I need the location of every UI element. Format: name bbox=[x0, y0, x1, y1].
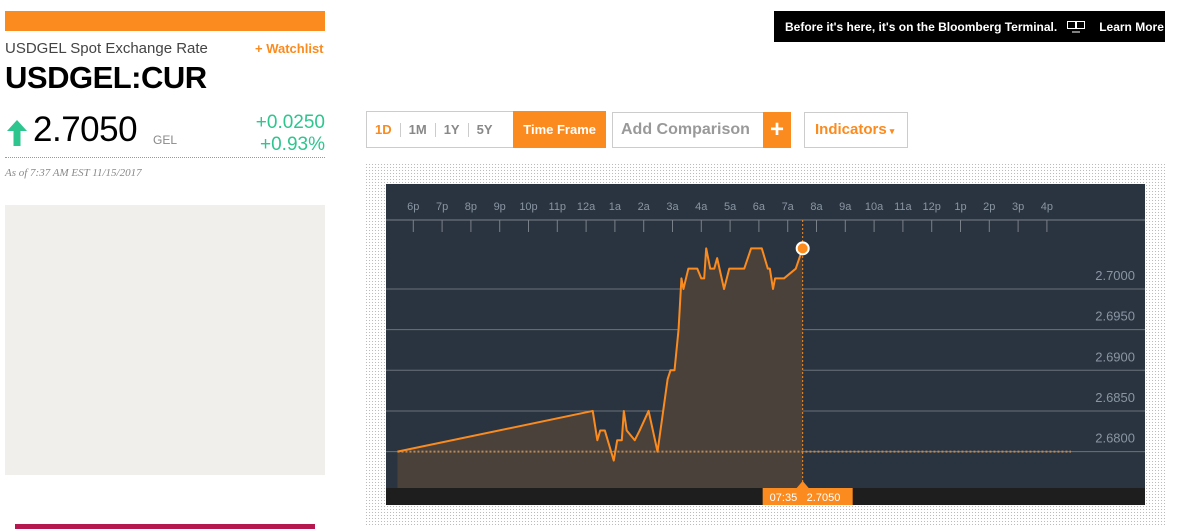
y-tick-label: 2.6900 bbox=[1095, 349, 1135, 364]
x-tick-label: 5a bbox=[724, 201, 737, 213]
x-tick-label: 2p bbox=[983, 201, 995, 213]
terminal-monitor-icon bbox=[1067, 20, 1086, 32]
x-tick-label: 1p bbox=[954, 201, 966, 213]
y-tick-label: 2.7000 bbox=[1095, 268, 1135, 283]
x-tick-label: 6a bbox=[753, 201, 766, 213]
x-tick-label: 8a bbox=[810, 201, 823, 213]
x-tick-label: 3a bbox=[666, 201, 679, 213]
range-selector: 1D 1M 1Y 5Y Time Frame bbox=[366, 111, 606, 148]
x-tick-label: 9p bbox=[494, 201, 506, 213]
indicators-dropdown[interactable]: Indicators ▾ bbox=[804, 112, 908, 148]
ticker-title: USDGEL:CUR bbox=[5, 60, 207, 95]
x-tick-label: 4p bbox=[1041, 201, 1053, 213]
terminal-banner[interactable]: Before it's here, it's on the Bloomberg … bbox=[774, 11, 1165, 42]
x-tick-label: 2a bbox=[638, 201, 651, 213]
up-arrow-icon bbox=[7, 120, 27, 146]
as-of-timestamp: As of 7:37 AM EST 11/15/2017 bbox=[5, 167, 142, 179]
x-tick-label: 7p bbox=[436, 201, 448, 213]
x-tick-label: 8p bbox=[465, 201, 477, 213]
x-tick-label: 1a bbox=[609, 201, 622, 213]
cursor-time: 07:35 bbox=[770, 492, 798, 504]
y-tick-label: 2.6950 bbox=[1095, 309, 1135, 324]
x-tick-label: 3p bbox=[1012, 201, 1024, 213]
x-tick-label: 11p bbox=[549, 201, 567, 213]
range-5y[interactable]: 5Y bbox=[469, 122, 501, 137]
x-tick-label: 7a bbox=[782, 201, 795, 213]
learn-more-link[interactable]: Learn More bbox=[1099, 20, 1164, 34]
ad-strip bbox=[15, 524, 315, 529]
watchlist-button[interactable]: + Watchlist bbox=[255, 41, 324, 56]
add-comparison-input[interactable]: Add Comparison bbox=[612, 112, 764, 148]
change-pct: +0.93% bbox=[260, 134, 325, 155]
add-comparison-button[interactable]: + bbox=[763, 112, 791, 148]
price-change: +0.0250 +0.93% bbox=[230, 112, 325, 156]
ad-placeholder bbox=[5, 205, 325, 475]
x-tick-label: 4a bbox=[695, 201, 708, 213]
indicators-label: Indicators bbox=[815, 121, 887, 138]
x-tick-label: 11a bbox=[894, 201, 912, 213]
x-tick-label: 10p bbox=[519, 201, 537, 213]
x-tick-label: 9a bbox=[839, 201, 852, 213]
time-frame-button[interactable]: Time Frame bbox=[513, 111, 606, 148]
security-name: USDGEL Spot Exchange Rate bbox=[5, 40, 208, 57]
x-tick-label: 10a bbox=[865, 201, 884, 213]
last-price-dot bbox=[795, 241, 810, 256]
range-1m[interactable]: 1M bbox=[401, 122, 436, 137]
currency: GEL bbox=[153, 133, 178, 147]
banner-text: Before it's here, it's on the Bloomberg … bbox=[785, 19, 1058, 34]
range-1d[interactable]: 1D bbox=[367, 122, 401, 137]
cursor-value: 2.7050 bbox=[807, 492, 841, 504]
divider bbox=[5, 157, 325, 158]
price-chart[interactable]: 6p 7p 8p 9p 10p 11p 12a 1a 2a 3a 4a 5a 6a 7a 8a 9a 10a 11… bbox=[386, 184, 1145, 505]
y-tick-label: 2.6800 bbox=[1095, 431, 1135, 446]
range-1y[interactable]: 1Y bbox=[436, 122, 469, 137]
caret-down-icon: ▾ bbox=[889, 126, 895, 136]
brand-bar bbox=[5, 11, 325, 31]
x-tick-label: 6p bbox=[407, 201, 419, 213]
x-tick-label: 12a bbox=[577, 201, 596, 213]
x-tick-label: 12p bbox=[923, 201, 941, 213]
y-tick-label: 2.6850 bbox=[1095, 390, 1135, 405]
price: 2.7050 bbox=[33, 110, 138, 149]
change-abs: +0.0250 bbox=[255, 112, 325, 133]
